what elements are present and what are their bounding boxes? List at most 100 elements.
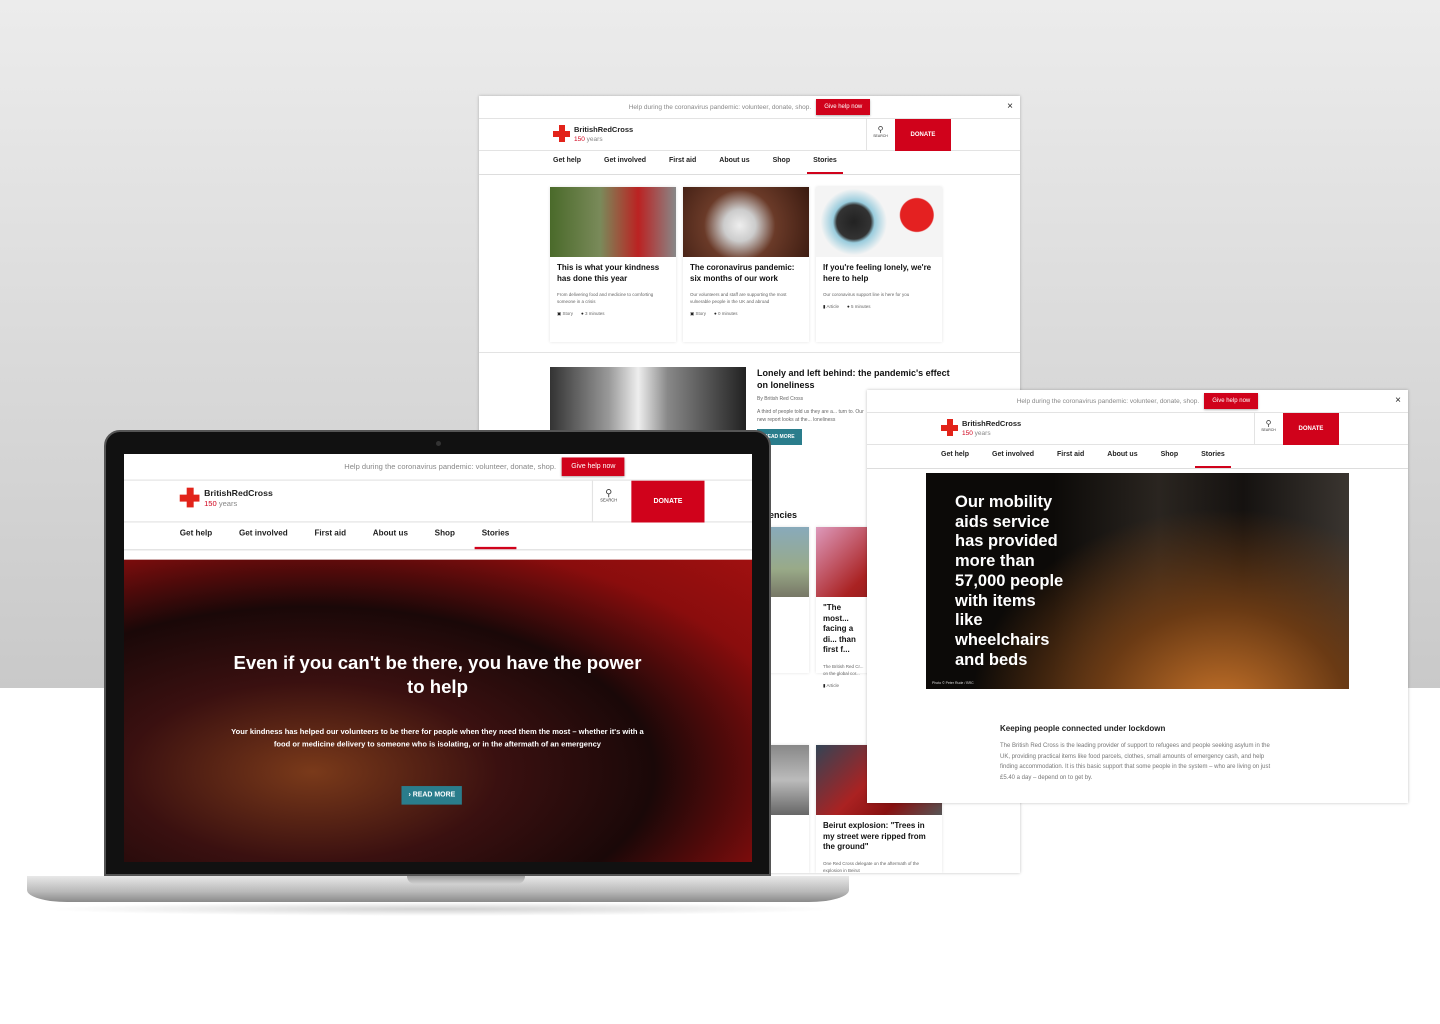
main-nav: Get help Get involved First aid About us Sho…: [867, 445, 1408, 469]
card-desc: The British Red Cr... on the global cor.…: [823, 663, 864, 676]
card-desc: One Red Cross delegate on the aftermath …: [823, 860, 920, 873]
card-image: [816, 187, 942, 257]
site-header: BritishRedCross 150 years ⚲ SEARCH DONATE: [479, 119, 1020, 151]
card-type: Story: [562, 311, 574, 316]
clock-icon: ●: [714, 311, 717, 316]
main-nav: Get help Get involved First aid About us Sho…: [479, 151, 1020, 175]
story-icon: ▣: [690, 311, 695, 316]
give-help-button[interactable]: Give help now: [1204, 393, 1259, 409]
card-time: 0 minutes: [718, 311, 738, 316]
years-number: 150: [574, 136, 585, 143]
give-help-button[interactable]: Give help now: [561, 457, 625, 477]
laptop-shadow: [40, 902, 840, 916]
article-icon: ▮: [823, 304, 826, 309]
featured-image: [550, 367, 746, 431]
story-card[interactable]: If you're feeling lonely, we're here to …: [816, 187, 942, 342]
card-type: Article: [826, 682, 840, 688]
laptop-screen: Help during the coronavirus pandemic: vo…: [124, 454, 752, 862]
main-nav: Get help Get involved First aid About us Sho…: [124, 522, 752, 551]
hero-desc: Your kindness has helped our volunteers …: [231, 727, 644, 749]
story-icon: ▣: [557, 311, 562, 316]
search-icon: ⚲: [1265, 419, 1272, 428]
featured-title: Lonely and left behind: the pandemic's e…: [757, 368, 950, 390]
nav-shop[interactable]: Shop: [773, 151, 791, 174]
card-title: "The most... facing a di... than first f…: [823, 603, 856, 654]
search-label: SEARCH: [873, 134, 888, 138]
laptop-base: [27, 876, 849, 902]
card-desc: From delivering food and medicine to com…: [557, 292, 654, 304]
card-desc: Our coronavirus support line is here for…: [823, 292, 910, 297]
search-label: SEARCH: [1261, 428, 1276, 432]
nav-get-help[interactable]: Get help: [180, 522, 213, 549]
nav-get-help[interactable]: Get help: [553, 151, 581, 174]
card-title: The coronavirus pandemic: six months of …: [690, 263, 795, 283]
search-button[interactable]: ⚲ SEARCH: [591, 480, 625, 523]
nav-shop[interactable]: Shop: [435, 522, 455, 549]
nav-stories[interactable]: Stories: [807, 151, 843, 174]
nav-get-involved[interactable]: Get involved: [239, 522, 288, 549]
read-more-button[interactable]: › READ MORE: [401, 786, 463, 805]
nav-first-aid[interactable]: First aid: [669, 151, 696, 174]
donate-button[interactable]: DONATE: [895, 119, 951, 151]
nav-stories[interactable]: Stories: [474, 522, 517, 550]
story-card[interactable]: This is what your kindness has done this…: [550, 187, 676, 342]
nav-get-help[interactable]: Get help: [941, 445, 969, 468]
years-word: years: [218, 500, 238, 509]
search-icon: ⚲: [605, 487, 613, 499]
close-icon[interactable]: ×: [1395, 395, 1401, 406]
clock-icon: ●: [581, 311, 584, 316]
donate-button[interactable]: DONATE: [1283, 413, 1339, 445]
brand-name: BritishRedCross: [204, 487, 273, 499]
search-label: SEARCH: [600, 498, 618, 503]
hero-image: Our mobility aids service has provided m…: [926, 473, 1349, 689]
laptop-notch: [407, 876, 525, 884]
announcement-bar: Help during the coronavirus pandemic: vo…: [124, 454, 752, 481]
donate-button[interactable]: DONATE: [631, 480, 705, 523]
nav-about-us[interactable]: About us: [1107, 445, 1137, 468]
card-title: Beirut explosion: "Trees in my street we…: [823, 821, 926, 851]
close-icon[interactable]: ×: [1007, 101, 1013, 112]
section-heading: encies: [769, 510, 798, 520]
search-button[interactable]: ⚲ SEARCH: [1254, 413, 1282, 444]
camera: [436, 441, 441, 446]
hero-text: Our mobility aids service has provided m…: [955, 493, 1064, 669]
give-help-button[interactable]: Give help now: [816, 99, 871, 115]
nav-get-involved[interactable]: Get involved: [992, 445, 1034, 468]
search-button[interactable]: ⚲ SEARCH: [866, 119, 894, 150]
nav-stories[interactable]: Stories: [1195, 445, 1231, 468]
card-type: Article: [826, 304, 840, 309]
card-type: Story: [695, 311, 707, 316]
site-header: BritishRedCross 150 years ⚲ SEARCH DONATE: [867, 413, 1408, 445]
divider: [479, 352, 1020, 353]
years-word: years: [974, 430, 991, 437]
card-time: 5 minutes: [851, 304, 871, 309]
logo[interactable]: BritishRedCross 150 years: [179, 487, 273, 510]
nav-about-us[interactable]: About us: [719, 151, 749, 174]
years-word: years: [586, 136, 603, 143]
nav-first-aid[interactable]: First aid: [314, 522, 346, 549]
red-cross-icon: [553, 125, 570, 142]
search-icon: ⚲: [877, 125, 884, 134]
card-time: 3 minutes: [585, 311, 605, 316]
story-card[interactable]: The coronavirus pandemic: six months of …: [683, 187, 809, 342]
red-cross-icon: [179, 487, 200, 508]
logo[interactable]: BritishRedCross 150 years: [553, 125, 633, 144]
photo-credit: Photo © Peter Rude / BRC: [932, 681, 974, 685]
nav-get-involved[interactable]: Get involved: [604, 151, 646, 174]
logo[interactable]: BritishRedCross 150 years: [941, 419, 1021, 438]
nav-first-aid[interactable]: First aid: [1057, 445, 1084, 468]
red-cross-icon: [941, 419, 958, 436]
body-text: The British Red Cross is the leading pro…: [1000, 743, 1271, 782]
announcement-bar: Help during the coronavirus pandemic: vo…: [867, 390, 1408, 413]
announcement-bar: Help during the coronavirus pandemic: vo…: [479, 96, 1020, 119]
nav-shop[interactable]: Shop: [1161, 445, 1179, 468]
featured-desc: A third of people told us they are a... …: [757, 409, 864, 423]
brand-name: BritishRedCross: [962, 419, 1022, 428]
card-title: If you're feeling lonely, we're here to …: [823, 263, 932, 283]
read-more-label: READ MORE: [412, 791, 456, 799]
hero-title: Even if you can't be there, you have the…: [233, 653, 642, 698]
years-number: 150: [204, 500, 217, 509]
banner-text: Help during the coronavirus pandemic: vo…: [1016, 397, 1200, 405]
banner-text: Help during the coronavirus pandemic: vo…: [628, 103, 812, 111]
nav-about-us[interactable]: About us: [373, 522, 408, 549]
